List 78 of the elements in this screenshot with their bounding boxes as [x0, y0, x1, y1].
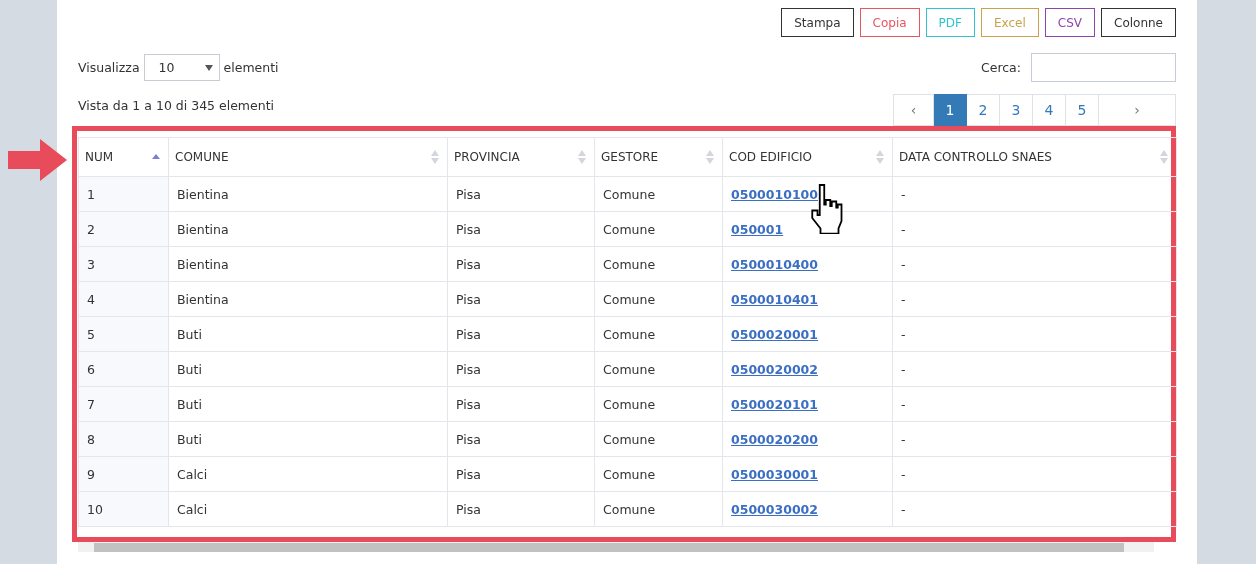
table-cell: Calci	[168, 456, 448, 492]
export-button[interactable]: Copia	[859, 8, 920, 37]
column-header[interactable]: DATA CONTROLLO SNAES	[892, 137, 1177, 177]
table-cell: -	[892, 211, 1177, 247]
horizontal-scrollbar[interactable]	[78, 542, 1154, 552]
table-cell: Pisa	[447, 176, 595, 212]
caret-icon	[204, 64, 213, 71]
show-label: Visualizza	[78, 60, 140, 75]
table-cell: Comune	[594, 176, 723, 212]
table-cell: 2	[78, 211, 169, 247]
table-cell: 8	[78, 421, 169, 457]
column-header[interactable]: NUM	[78, 137, 169, 177]
table-cell: Comune	[594, 386, 723, 422]
table-cell: Comune	[594, 211, 723, 247]
table-cell: Buti	[168, 421, 448, 457]
page-size-select[interactable]: 10	[143, 54, 220, 81]
table-cell: Pisa	[447, 246, 595, 282]
search-label: Cerca:	[980, 60, 1021, 75]
page-button[interactable]: 3	[1000, 94, 1033, 126]
table-cell: 4	[78, 281, 169, 317]
table-cell: Comune	[594, 281, 723, 317]
page-button[interactable]: 5	[1066, 94, 1099, 126]
table-cell: 3	[78, 246, 169, 282]
table-cell: Bientina	[168, 281, 448, 317]
export-button[interactable]: Colonne	[1101, 8, 1176, 37]
entries-info: Vista da 1 a 10 di 345 elementi	[78, 98, 275, 113]
entries-label: elementi	[223, 60, 279, 75]
page-button[interactable]: 1	[934, 94, 967, 126]
table-cell: Pisa	[447, 456, 595, 492]
export-button[interactable]: Stampa	[781, 8, 854, 37]
table-cell: Comune	[594, 351, 723, 387]
table-cell: -	[892, 491, 1177, 527]
page-button[interactable]: ‹	[893, 94, 934, 126]
table-cell: -	[892, 351, 1177, 387]
table-cell: Comune	[594, 491, 723, 527]
table-cell: 6	[78, 351, 169, 387]
building-code-link[interactable]: 050001	[731, 221, 784, 237]
table-cell: Comune	[594, 316, 723, 352]
column-header[interactable]: GESTORE	[594, 137, 723, 177]
table-cell: -	[892, 316, 1177, 352]
table-cell: Buti	[168, 316, 448, 352]
table-cell: Pisa	[447, 211, 595, 247]
table-cell: -	[892, 246, 1177, 282]
table-cell: Buti	[168, 386, 448, 422]
table-cell: Pisa	[447, 316, 595, 352]
table-cell: Pisa	[447, 386, 595, 422]
table-cell: Pisa	[447, 491, 595, 527]
column-header[interactable]: COD EDIFICIO	[722, 137, 893, 177]
table-cell: Bientina	[168, 176, 448, 212]
export-button[interactable]: CSV	[1044, 8, 1095, 37]
table-cell: Pisa	[447, 421, 595, 457]
table-cell: -	[892, 421, 1177, 457]
table-cell: Bientina	[168, 211, 448, 247]
table-cell: 7	[78, 386, 169, 422]
page-button[interactable]: ›	[1099, 94, 1176, 126]
search-field[interactable]	[1031, 53, 1176, 82]
export-button[interactable]: Excel	[981, 8, 1039, 37]
table-cell: Calci	[168, 491, 448, 527]
table-cell: 9	[78, 456, 169, 492]
table-cell: 5	[78, 316, 169, 352]
page-button[interactable]: 2	[967, 94, 1000, 126]
table-cell: -	[892, 456, 1177, 492]
table-cell: 10	[78, 491, 169, 527]
table-cell: Comune	[594, 456, 723, 492]
column-header[interactable]: COMUNE	[168, 137, 448, 177]
table-cell: Buti	[168, 351, 448, 387]
table-cell: -	[892, 281, 1177, 317]
table-cell: -	[892, 386, 1177, 422]
table-cell: -	[892, 176, 1177, 212]
pointer-arrow-icon	[8, 139, 67, 181]
column-header[interactable]: PROVINCIA	[447, 137, 595, 177]
table-cell: Comune	[594, 246, 723, 282]
table-cell: Comune	[594, 421, 723, 457]
table-cell: Pisa	[447, 351, 595, 387]
table-cell: Pisa	[447, 281, 595, 317]
page-button[interactable]: 4	[1033, 94, 1066, 126]
table-cell: 1	[78, 176, 169, 212]
table-cell: Bientina	[168, 246, 448, 282]
